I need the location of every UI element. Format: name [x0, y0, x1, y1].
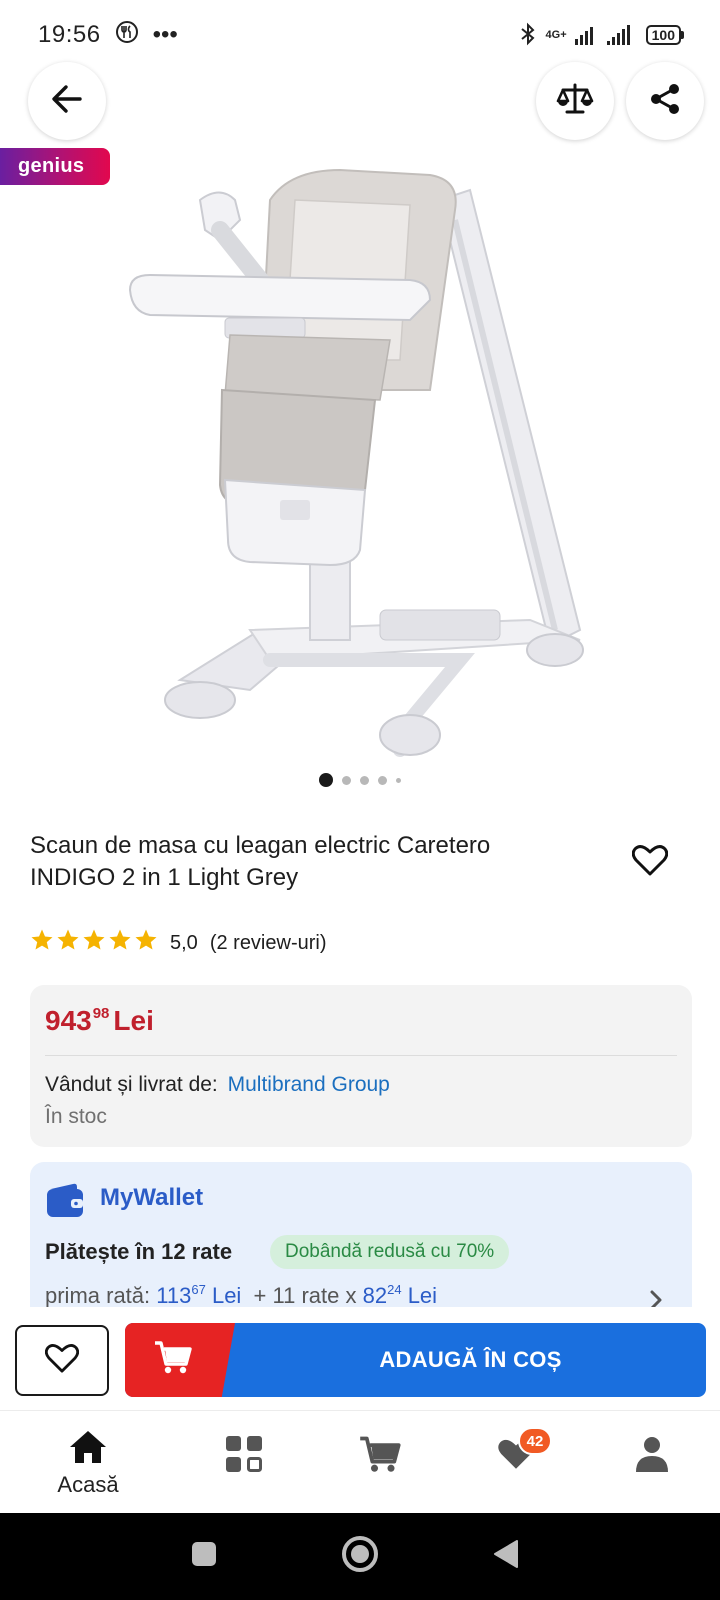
rest-rate-integer: 82 [362, 1283, 388, 1307]
price-currency: Lei [113, 1005, 154, 1036]
scale-icon [555, 82, 595, 121]
favorite-toggle-button[interactable] [630, 842, 670, 882]
rest-rate-currency: Lei [407, 1283, 438, 1307]
genius-badge: genius [0, 148, 110, 185]
back-system-button[interactable] [466, 1513, 546, 1600]
rest-rate-amount: 8224 Lei [362, 1282, 438, 1307]
bluetooth-icon [518, 22, 538, 49]
bottom-navigation: Acasă 42 [0, 1410, 720, 1513]
price-integer: 943 [45, 1005, 92, 1036]
star-icon [30, 928, 54, 958]
add-to-cart-label: ADAUGĂ ÎN COȘ [379, 1347, 562, 1372]
fork-knife-icon [115, 20, 139, 51]
chevron-right-icon [648, 1289, 664, 1307]
genius-label: genius [18, 155, 85, 177]
arrow-left-icon [48, 80, 86, 123]
signal-icon [574, 25, 593, 45]
rating-count[interactable]: (2 review-uri) [210, 932, 327, 955]
star-icon [82, 928, 106, 958]
carousel-dot[interactable] [360, 775, 369, 785]
system-navigation-bar [0, 1513, 720, 1600]
wallet-title: MyWallet [100, 1184, 204, 1211]
status-bar: 19:56 ••• 4G+ 100 [0, 0, 720, 70]
seller-link[interactable]: Multibrand Group [228, 1073, 390, 1096]
product-rating[interactable]: 5,0 (2 review-uri) [30, 928, 327, 958]
first-rate-integer: 113 [156, 1283, 192, 1307]
circle-icon [341, 1535, 379, 1578]
image-carousel-dots[interactable] [0, 773, 720, 787]
carousel-dot[interactable] [396, 777, 401, 783]
product-price: 94398 Lei [45, 1005, 154, 1037]
back-button[interactable] [28, 62, 106, 140]
carousel-dot[interactable] [342, 775, 351, 785]
favorites-count-badge: 42 [518, 1427, 552, 1455]
compare-button[interactable] [536, 62, 614, 140]
seller-info: Vândut și livrat de: Multibrand Group [45, 1073, 390, 1097]
share-button[interactable] [626, 62, 704, 140]
nav-favorites[interactable]: 42 [456, 1411, 576, 1514]
network-type: 4G+ [545, 29, 567, 41]
battery-level: 100 [645, 25, 681, 45]
cart-icon [153, 1340, 193, 1381]
nav-account[interactable] [592, 1411, 712, 1514]
first-rate-amount: 11367 Lei [156, 1282, 242, 1307]
square-icon [191, 1541, 217, 1572]
star-icon [56, 928, 80, 958]
rating-value: 5,0 [170, 931, 198, 954]
price-card: 94398 Lei Vândut și livrat de: Multibrand… [30, 985, 692, 1147]
star-icon [108, 928, 132, 958]
first-rate-currency: Lei [211, 1283, 242, 1307]
more-notifications-icon: ••• [152, 21, 178, 48]
nav-cart[interactable] [320, 1411, 440, 1514]
cart-icon [358, 1435, 402, 1480]
price-decimals: 98 [92, 1005, 110, 1022]
heart-outline-icon [631, 844, 669, 881]
cart-icon-section [125, 1323, 235, 1397]
carousel-dot-active[interactable] [319, 773, 333, 787]
share-icon [647, 81, 683, 122]
star-icon [134, 928, 158, 958]
divider [45, 1055, 677, 1056]
seller-label: Vândut și livrat de: [45, 1073, 218, 1096]
installments-label: Plătește în 12 rate [45, 1239, 233, 1264]
stock-status: În stoc [45, 1105, 107, 1128]
installment-details: prima rată: 11367 Lei + 11 rate x 8224 L… [45, 1282, 437, 1307]
heart-outline-icon [44, 1343, 80, 1378]
add-to-favorites-button[interactable] [15, 1325, 109, 1396]
nav-home-label: Acasă [57, 1472, 119, 1497]
add-to-cart-button[interactable]: ADAUGĂ ÎN COȘ [125, 1323, 706, 1397]
status-time: 19:56 [38, 21, 101, 48]
first-rate-label: prima rată: [45, 1283, 151, 1307]
wallet-icon [45, 1183, 85, 1224]
product-title: Scaun de masa cu leagan electric Careter… [30, 832, 491, 891]
battery-icon: 100 [645, 25, 684, 45]
first-rate-decimals: 67 [191, 1282, 206, 1297]
nav-categories[interactable] [184, 1411, 304, 1514]
rest-rates-label: + 11 rate x [253, 1283, 357, 1307]
triangle-back-icon [493, 1539, 519, 1574]
product-image[interactable] [110, 160, 610, 770]
rest-rate-decimals: 24 [387, 1282, 402, 1297]
interest-badge: Dobândă redusă cu 70% [270, 1235, 510, 1269]
user-icon [633, 1435, 671, 1478]
carousel-dot[interactable] [378, 775, 387, 785]
nav-home[interactable]: Acasă [28, 1411, 148, 1514]
signal-icon-2 [606, 25, 630, 45]
mywallet-card[interactable]: MyWallet Plătește în 12 rate Dobândă red… [30, 1162, 692, 1307]
recent-apps-button[interactable] [164, 1513, 244, 1600]
grid-icon [225, 1435, 263, 1478]
home-icon [68, 1429, 108, 1470]
home-system-button[interactable] [320, 1513, 400, 1600]
